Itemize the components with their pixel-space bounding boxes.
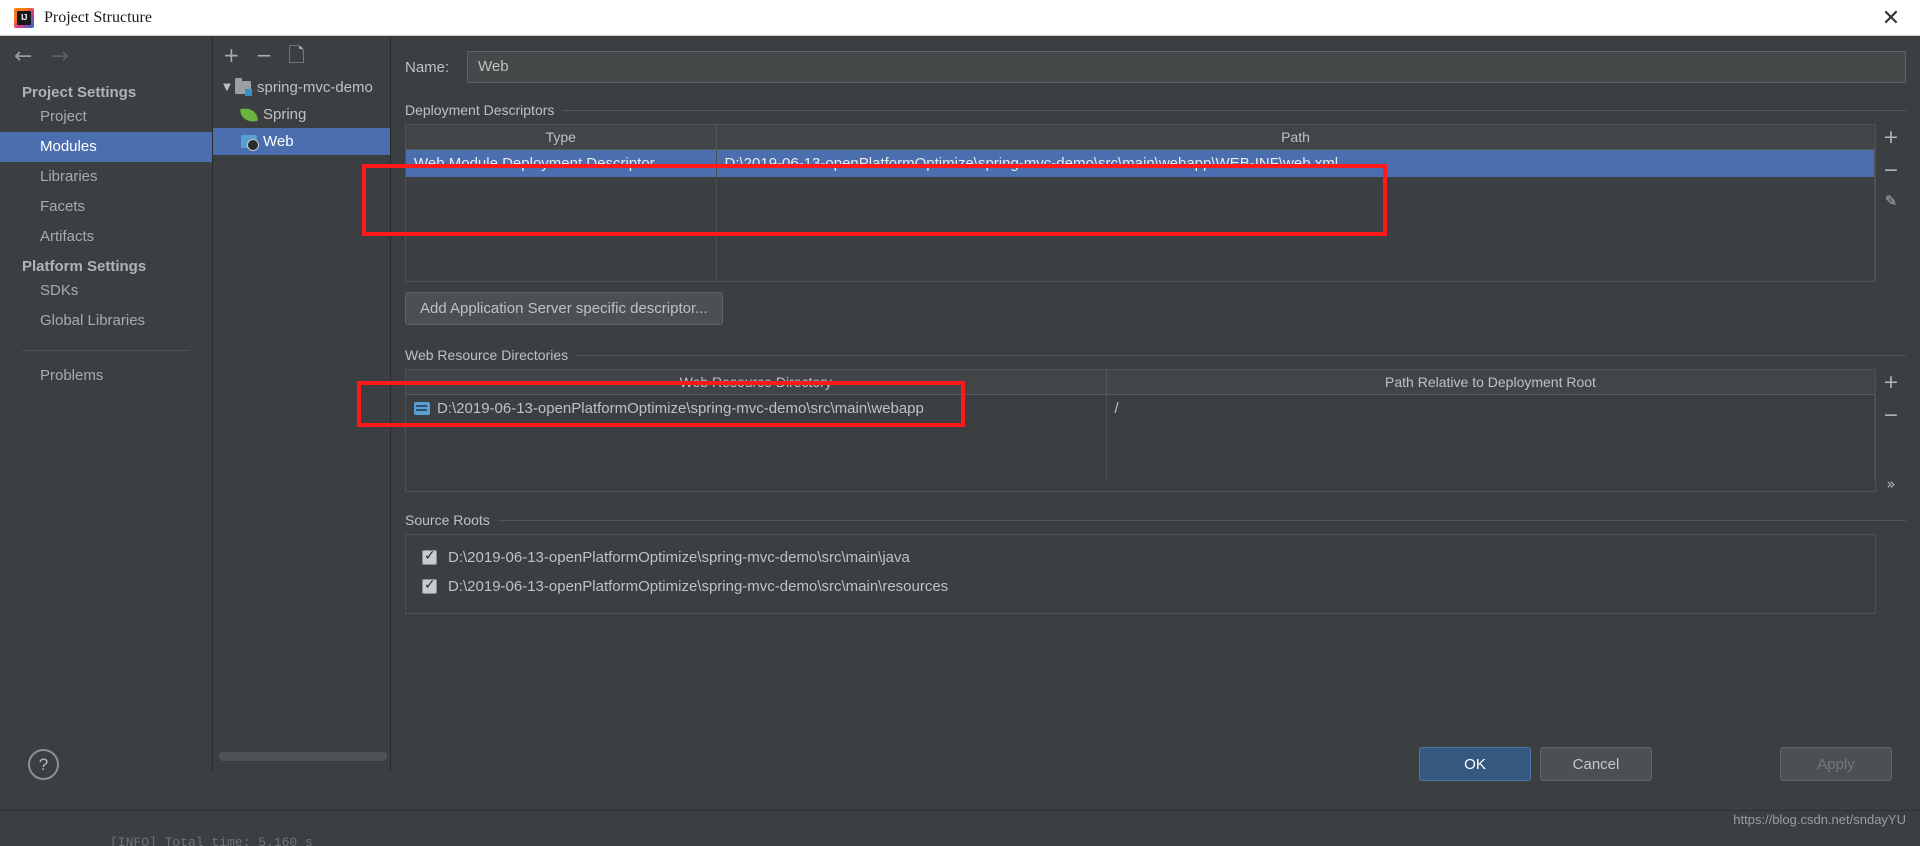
cell-relative-path: / (1106, 394, 1875, 422)
tree-node-web[interactable]: Web (213, 128, 390, 155)
nav-group-project-settings: Project Settings (22, 84, 137, 101)
source-root-label: D:\2019-06-13-openPlatformOptimize\sprin… (448, 578, 949, 595)
window-title-bar: Project Structure ✕ (0, 0, 1920, 36)
section-divider (497, 519, 1906, 521)
add-web-resource-button[interactable]: + (1883, 373, 1899, 392)
module-name-row: Name: Web (391, 50, 1906, 84)
source-roots-section: Source Roots D:\2019-06-13-openPlatformO… (405, 512, 1906, 614)
dialog-footer: ? OK Cancel Apply (0, 735, 1920, 810)
deployment-descriptors-table-wrap: Type Path Web Module Deployment Descript… (405, 124, 1906, 282)
column-header-web-resource-directory[interactable]: Web Resource Directory (406, 370, 1107, 395)
nav-group-platform-settings: Platform Settings (22, 258, 147, 275)
window-title: Project Structure (44, 8, 152, 26)
table-row[interactable]: Web Module Deployment Descriptor D:\2019… (406, 149, 1875, 177)
dialog-body: ← → Project Settings Project Modules Lib… (0, 36, 1920, 846)
section-divider (562, 109, 1906, 111)
add-module-button[interactable]: + (223, 45, 240, 65)
add-descriptor-button[interactable]: + (1883, 128, 1899, 147)
web-resource-directories-section: Web Resource Directories Web Resource Di… (405, 347, 1906, 492)
apply-button[interactable]: Apply (1780, 747, 1892, 781)
list-item[interactable]: D:\2019-06-13-openPlatformOptimize\sprin… (406, 572, 1875, 601)
web-resource-side-buttons: + − » (1876, 369, 1906, 492)
spring-leaf-icon (240, 106, 258, 123)
table-empty-area (406, 177, 717, 281)
settings-nav-panel: ← → Project Settings Project Modules Lib… (0, 36, 213, 771)
folder-icon (414, 401, 430, 415)
arrow-right-icon[interactable]: → (50, 46, 68, 68)
web-resource-directories-header: Web Resource Directories (405, 347, 1906, 363)
sidebar-item-facets[interactable]: Facets (0, 192, 212, 222)
sidebar-item-global-libraries[interactable]: Global Libraries (0, 306, 212, 336)
cell-text: D:\2019-06-13-openPlatformOptimize\sprin… (437, 399, 924, 417)
section-title: Web Resource Directories (405, 347, 569, 363)
deployment-descriptors-header: Deployment Descriptors (405, 102, 1906, 118)
console-output-line: [INFO] Total time: 5.160 s (110, 835, 313, 846)
deployment-descriptors-side-buttons: + − ✎ (1876, 124, 1906, 282)
remove-descriptor-button[interactable]: − (1883, 161, 1899, 180)
bottom-strip: https://blog.csdn.net/sndayYU [INFO] Tot… (0, 810, 1920, 846)
source-root-label: D:\2019-06-13-openPlatformOptimize\sprin… (448, 549, 910, 566)
copy-icon[interactable]: 🗋 (289, 45, 305, 65)
more-options-button[interactable]: » (1886, 477, 1895, 492)
table-empty-area (406, 422, 1107, 480)
web-resource-directories-table: Web Resource Directory Path Relative to … (405, 369, 1876, 492)
cell-descriptor-path: D:\2019-06-13-openPlatformOptimize\sprin… (716, 149, 1875, 177)
source-root-checkbox[interactable] (422, 548, 437, 565)
source-root-checkbox[interactable] (422, 577, 437, 594)
sidebar-item-sdks[interactable]: SDKs (0, 276, 212, 306)
table-header-row: Type Path (406, 125, 1875, 150)
tree-node-label: Web (263, 133, 294, 150)
nav-divider (22, 350, 190, 351)
web-resource-directories-table-wrap: Web Resource Directory Path Relative to … (405, 369, 1906, 492)
sidebar-item-problems[interactable]: Problems (0, 361, 212, 391)
section-title: Deployment Descriptors (405, 102, 555, 118)
nav-history-bar: ← → (0, 36, 212, 78)
remove-module-button[interactable]: − (256, 45, 273, 65)
sidebar-item-project[interactable]: Project (0, 102, 212, 132)
module-icon (235, 78, 252, 96)
add-application-server-descriptor-button[interactable]: Add Application Server specific descript… (405, 292, 723, 325)
help-button[interactable]: ? (28, 749, 59, 780)
section-divider (576, 354, 1906, 356)
column-header-type[interactable]: Type (406, 125, 717, 150)
list-item[interactable]: D:\2019-06-13-openPlatformOptimize\sprin… (406, 543, 1875, 572)
chevron-down-icon[interactable]: ▼ (219, 82, 235, 93)
column-header-path[interactable]: Path (716, 125, 1875, 150)
remove-web-resource-button[interactable]: − (1883, 406, 1899, 425)
table-empty-area (716, 177, 1875, 281)
arrow-left-icon[interactable]: ← (14, 46, 32, 68)
watermark-text: https://blog.csdn.net/sndayYU (1733, 812, 1906, 827)
cell-descriptor-type: Web Module Deployment Descriptor (406, 149, 717, 177)
table-empty-area (1106, 422, 1875, 480)
sidebar-item-artifacts[interactable]: Artifacts (0, 222, 212, 252)
table-row[interactable]: D:\2019-06-13-openPlatformOptimize\sprin… (406, 394, 1875, 422)
close-icon[interactable]: ✕ (1862, 0, 1920, 36)
edit-descriptor-button[interactable]: ✎ (1885, 194, 1898, 209)
source-roots-list: D:\2019-06-13-openPlatformOptimize\sprin… (405, 534, 1876, 614)
web-module-icon (241, 135, 259, 151)
tree-node-label: spring-mvc-demo (257, 79, 373, 96)
module-tree-toolbar: + − 🗋 (213, 36, 390, 74)
tree-node-label: Spring (263, 106, 307, 123)
column-header-path-relative[interactable]: Path Relative to Deployment Root (1106, 370, 1875, 395)
deployment-descriptors-section: Deployment Descriptors Type Path Web Mod… (405, 102, 1906, 325)
tree-node-spring[interactable]: Spring (213, 101, 390, 128)
sidebar-item-modules[interactable]: Modules (0, 132, 212, 162)
module-name-input[interactable]: Web (467, 51, 1906, 83)
section-title: Source Roots (405, 512, 490, 528)
sidebar-item-libraries[interactable]: Libraries (0, 162, 212, 192)
module-tree-panel: + − 🗋 ▼ spring-mvc-demo Spring Web (213, 36, 391, 771)
table-header-row: Web Resource Directory Path Relative to … (406, 370, 1875, 395)
ok-button[interactable]: OK (1419, 747, 1531, 781)
source-roots-header: Source Roots (405, 512, 1906, 528)
intellij-idea-icon (14, 7, 34, 28)
cancel-button[interactable]: Cancel (1540, 747, 1652, 781)
module-settings-content: Name: Web Deployment Descriptors Type Pa… (391, 36, 1920, 771)
cell-web-resource-directory: D:\2019-06-13-openPlatformOptimize\sprin… (406, 394, 1107, 422)
deployment-descriptors-table: Type Path Web Module Deployment Descript… (405, 124, 1876, 282)
tree-node-spring-mvc-demo[interactable]: ▼ spring-mvc-demo (213, 74, 390, 101)
module-name-label: Name: (405, 58, 450, 76)
